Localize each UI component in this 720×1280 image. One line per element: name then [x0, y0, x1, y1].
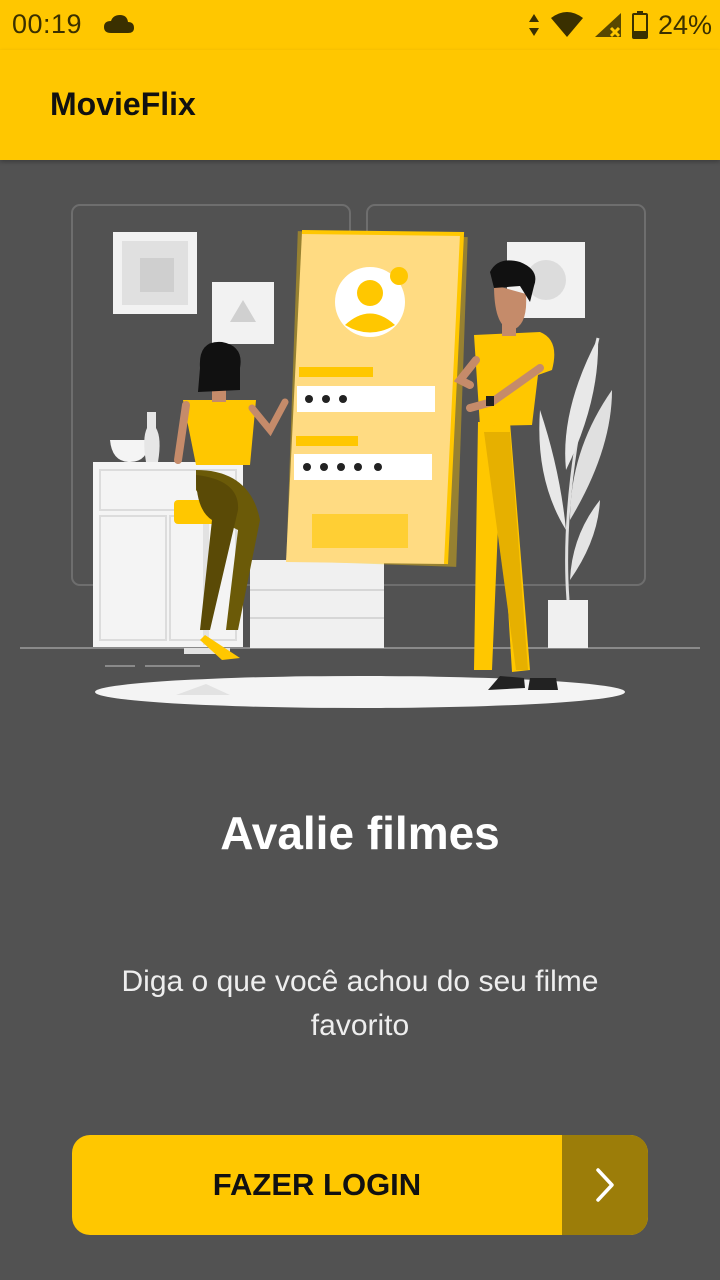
- signal-icon: [594, 13, 621, 38]
- cloud-icon: [104, 15, 134, 33]
- data-arrows-icon: [528, 14, 539, 36]
- app-title: MovieFlix: [50, 86, 196, 122]
- chevron-right-icon: [596, 1168, 614, 1202]
- login-arrow-box[interactable]: [562, 1135, 648, 1235]
- status-bar: 00:19 24%: [0, 0, 720, 50]
- battery-percent: 24%: [657, 9, 712, 40]
- login-button-label: FAZER LOGIN: [212, 1167, 422, 1202]
- onboarding-headline: Avalie filmes: [220, 807, 500, 859]
- app-bar: MovieFlix: [0, 50, 720, 160]
- people-login-illustration: [20, 204, 700, 708]
- wifi-icon: [550, 12, 583, 37]
- login-button[interactable]: FAZER LOGIN: [72, 1135, 648, 1235]
- status-time: 00:19: [12, 9, 83, 39]
- status-icons: 24%: [518, 8, 712, 42]
- onboarding-subtitle: Diga o que você achou do seu filme favor…: [121, 965, 599, 1042]
- battery-icon: [631, 11, 648, 39]
